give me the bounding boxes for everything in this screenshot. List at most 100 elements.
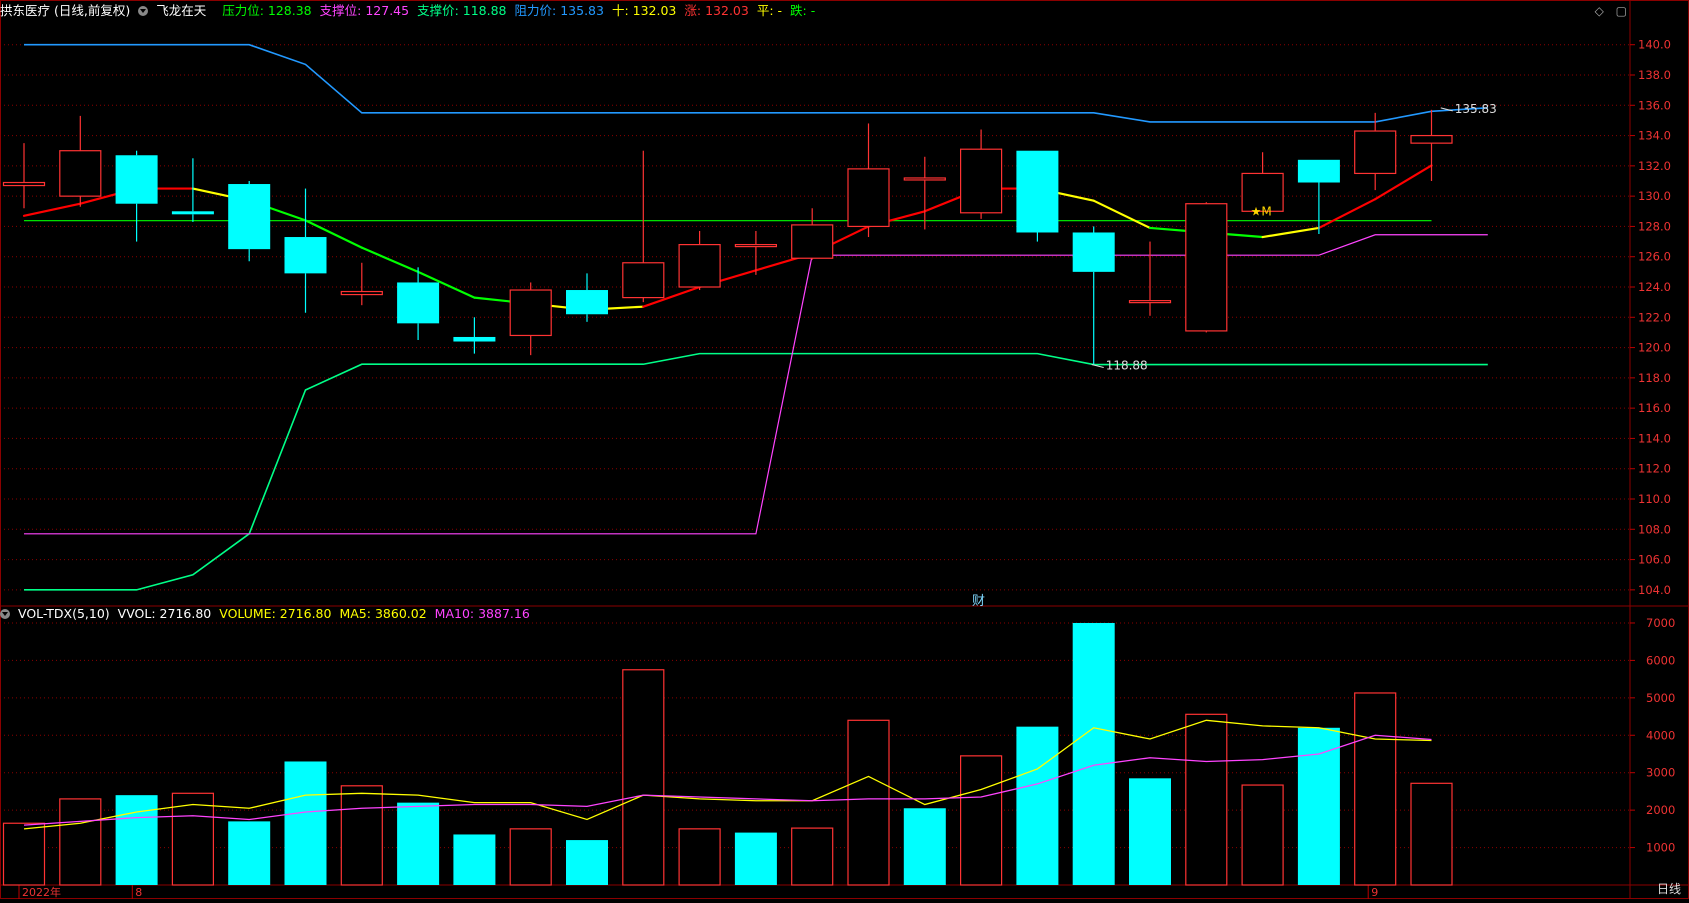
trend-segment [22,202,82,217]
x-tick-label: 8 [135,886,142,899]
candle [678,230,721,291]
y-tick-label: 114.0 [1638,431,1671,445]
y-tick-label: 1000 [1646,841,1675,855]
y-tick-label: 108.0 [1638,522,1671,536]
volume-bar [791,827,834,886]
y-tick-label: 132.0 [1638,159,1671,173]
y-tick-label: 138.0 [1638,68,1671,82]
indicator-value: 128.38 [263,3,312,18]
volume-value: 3860.02 [370,606,427,621]
indicator-value: 132.03 [628,3,677,18]
indicator-label: 平: [756,3,774,18]
trend-segment [360,246,420,273]
m-marker: ★M [1251,204,1272,218]
volume-item: MA10: 3887.16 [435,606,534,621]
resistance-line [24,43,1488,123]
indicator-value: 127.45 [361,3,410,18]
y-tick-label: 118.0 [1638,371,1671,385]
volume-values: VVOL: 2716.80 VOLUME: 2716.80 MA5: 3860.02… [118,606,538,621]
candle [340,262,383,306]
volume-bar [509,828,552,886]
indicator-label: 涨: [684,3,702,18]
candle [734,230,778,275]
candle-body [959,148,1003,214]
indicator-name[interactable]: 飞龙在天 [156,3,206,18]
candle [1072,226,1115,365]
indicator-value: 135.83 [556,3,604,18]
volume-value: 2716.80 [275,606,332,621]
indicator-value: - [806,3,816,18]
trend-segment [1317,198,1377,230]
candle-body [171,211,214,215]
candle [1354,112,1397,191]
toolbar: ◇ ▢ [1587,4,1627,18]
candle-body [453,336,496,342]
diamond-icon[interactable]: ◇ [1595,4,1604,18]
volume-bar [228,821,271,885]
volume-bar [566,840,608,885]
candle [228,181,271,262]
volume-bar [284,761,327,885]
candle-body [228,184,271,250]
candle-body [1410,134,1453,144]
volume-bar [1185,713,1228,886]
candle-body [903,177,946,181]
support-level-line [24,234,1488,535]
y-tick-label: 5000 [1646,691,1675,705]
candle [509,282,552,356]
stock-name[interactable]: 拱东医疗 [0,3,50,18]
indicator-item: 支撑位: 127.45 [320,3,413,18]
candle [171,158,214,222]
candle-body [847,168,890,228]
indicator-item: 平: - [757,3,786,18]
y-tick-label: 120.0 [1638,341,1671,355]
candle-body [2,181,46,187]
window-icon[interactable]: ▢ [1616,4,1627,18]
y-tick-label: 124.0 [1638,280,1671,294]
y-tick-label: 6000 [1646,653,1675,667]
cai-marker[interactable]: 财 [972,590,985,609]
candle [791,208,834,260]
indicator-value: 118.88 [458,3,507,18]
indicator-label: 十: [611,3,629,18]
candle-body [1354,130,1397,175]
indicator-item: 支撑价: 118.88 [417,3,510,18]
volume-bar [959,755,1003,886]
volume-bar [453,834,496,885]
indicator-value: 132.03 [701,3,749,18]
period-tab[interactable]: 日线 [1657,880,1681,897]
volume-item: VOLUME: 2716.80 [219,606,335,621]
indicator-toggle-icon[interactable] [138,6,149,16]
candle [59,115,102,207]
trend-segment [1261,226,1321,239]
indicator-value: - [773,3,783,18]
volume-indicator-name[interactable]: VOL-TDX(5,10) [18,606,110,621]
y-tick-label: 112.0 [1638,462,1671,476]
volume-item: VVOL: 2716.80 [118,606,216,621]
candle-body [59,150,102,197]
candle-body [1297,159,1340,183]
value-label: 118.88 [1106,359,1148,373]
support-price-line [24,352,1488,591]
y-tick-label: 7000 [1646,616,1675,630]
candle [1297,159,1340,234]
y-tick-label: 136.0 [1638,98,1671,112]
volume-label: MA5: [339,606,371,621]
indicator-label: 阻力价: [514,3,557,18]
candle [284,188,327,313]
volume-bar [622,669,665,886]
candle-body [734,244,778,248]
indicator-label: 压力位: [222,3,264,18]
volume-bar [1016,726,1059,885]
y-tick-label: 4000 [1646,728,1675,742]
y-tick-label: 116.0 [1638,401,1671,415]
indicator-item: 阻力价: 135.83 [515,3,608,18]
volume-toggle-icon[interactable] [0,609,10,619]
candle-body [1072,232,1115,272]
chart-canvas: 104.0 106.0 108.0 110.0 112.0 114.0 116.0 118.0… [0,0,1689,899]
volume-bar [1129,778,1171,885]
y-tick-label: 104.0 [1638,583,1671,597]
candle [566,273,608,322]
volume-bar [903,808,946,885]
volume-bar [397,802,440,885]
